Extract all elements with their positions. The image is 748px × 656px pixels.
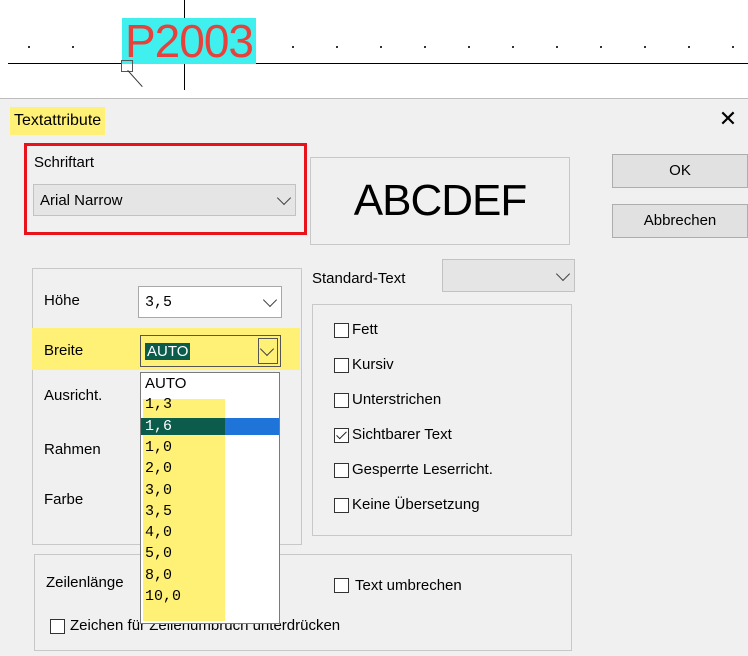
grid-dot (556, 46, 558, 48)
dropdown-selection-bar (225, 418, 279, 435)
grid-dot (732, 46, 734, 48)
font-select[interactable]: Arial Narrow (33, 184, 296, 216)
wrap-text-checkbox[interactable] (334, 578, 349, 593)
dropdown-option[interactable]: 3,5 (141, 503, 279, 520)
grid-dot (468, 46, 470, 48)
width-dropdown-list[interactable]: AUTO 1,3 1,6 1,0 2,0 3,0 3,5 4,0 5,0 8,0 10,0 (140, 372, 280, 624)
cad-text-label[interactable]: P2003 (122, 18, 257, 64)
dropdown-option[interactable]: 2,0 (141, 460, 279, 477)
suppress-linebreak-checkbox[interactable] (50, 619, 65, 634)
line-options-group (34, 554, 572, 651)
dropdown-option[interactable]: 1,3 (141, 396, 279, 413)
cancel-button[interactable]: Abbrechen (612, 204, 748, 238)
grid-dot (336, 46, 338, 48)
font-select-value: Arial Narrow (40, 191, 123, 209)
dropdown-option[interactable]: 4,0 (141, 524, 279, 541)
width-value: AUTO (145, 342, 191, 360)
dropdown-option[interactable]: 8,0 (141, 567, 279, 584)
grid-dot (380, 46, 382, 48)
color-label: Farbe (44, 491, 84, 508)
text-attributes-dialog: Textattribute ✕ Schriftart Arial Narrow … (0, 98, 748, 656)
line-length-label: Zeilenlänge (46, 574, 124, 591)
style-checkbox[interactable] (334, 463, 349, 478)
grid-dot (512, 46, 514, 48)
grid-dot (424, 46, 426, 48)
wrap-text-label: Text umbrechen (355, 577, 462, 594)
style-checkbox[interactable] (334, 393, 349, 408)
cad-line (8, 63, 748, 64)
cad-canvas[interactable]: P2003 (0, 0, 748, 98)
leader-line (127, 70, 143, 88)
dropdown-option[interactable]: 5,0 (141, 545, 279, 562)
height-select[interactable]: 3,5 (138, 286, 282, 318)
width-value-wrap: AUTO (145, 336, 191, 366)
grid-dot (600, 46, 602, 48)
style-checkbox[interactable] (334, 498, 349, 513)
dropdown-option[interactable]: 3,0 (141, 482, 279, 499)
grid-dot (292, 46, 294, 48)
style-checkbox-label: Unterstrichen (352, 391, 442, 408)
grid-dot (644, 46, 646, 48)
chevron-down-icon (555, 266, 571, 281)
height-label: Höhe (44, 292, 80, 309)
font-preview: ABCDEF (353, 176, 527, 225)
dropdown-option[interactable]: 1,0 (141, 439, 279, 456)
font-label: Schriftart (34, 154, 95, 171)
frame-label: Rahmen (44, 441, 101, 458)
style-checkbox[interactable] (334, 358, 349, 373)
grid-dot (688, 46, 690, 48)
dropdown-option[interactable]: 10,0 (141, 588, 279, 605)
style-checkbox[interactable] (334, 323, 349, 338)
dropdown-option[interactable]: AUTO (141, 375, 279, 392)
height-value: 3,5 (145, 293, 173, 311)
dropdown-option[interactable]: 1,6 (141, 417, 225, 435)
style-checkbox-label: Gesperrte Leserricht. (352, 461, 493, 478)
style-checkbox-label: Keine Übersetzung (352, 496, 480, 513)
standard-text-label: Standard-Text (312, 270, 406, 287)
standard-text-select[interactable] (442, 259, 575, 292)
style-checkbox-label: Kursiv (352, 356, 394, 373)
alignment-label: Ausricht. (44, 387, 103, 404)
chevron-down-icon (262, 292, 278, 308)
grid-dot (28, 46, 30, 48)
width-label: Breite (44, 342, 84, 359)
style-checkbox[interactable] (334, 428, 349, 443)
ok-button[interactable]: OK (612, 154, 748, 188)
style-checkbox-label: Fett (352, 321, 378, 338)
dialog-title: Textattribute (10, 107, 106, 135)
style-checkbox-label: Sichtbarer Text (352, 426, 452, 443)
preview-box: ABCDEF (310, 157, 570, 245)
width-select[interactable]: AUTO (140, 335, 281, 367)
chevron-down-icon (276, 190, 292, 206)
grid-dot (72, 46, 74, 48)
close-icon[interactable]: ✕ (714, 105, 742, 133)
